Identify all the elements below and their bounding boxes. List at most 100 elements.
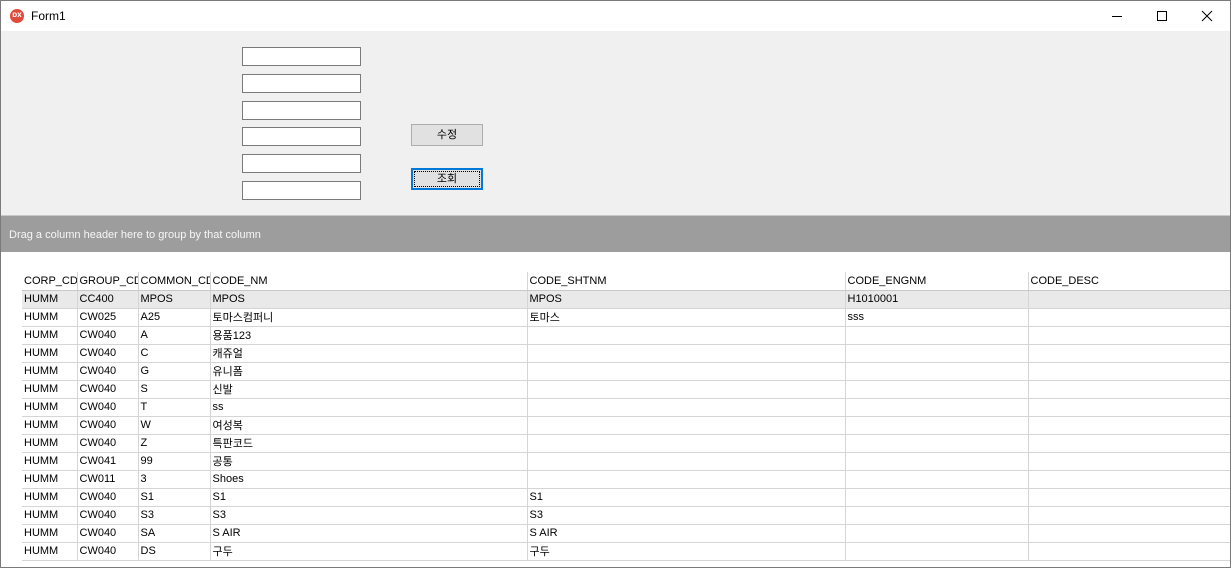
table-cell[interactable] xyxy=(527,380,846,399)
table-cell[interactable]: CW040 xyxy=(77,434,139,453)
table-row[interactable]: HUMM CW040 SA S AIR S AIR xyxy=(22,524,1230,543)
table-row[interactable]: HUMM CW011 3 Shoes xyxy=(22,470,1230,489)
table-cell[interactable] xyxy=(845,470,1029,489)
table-cell[interactable] xyxy=(845,344,1029,363)
table-cell[interactable]: CW040 xyxy=(77,416,139,435)
maximize-button[interactable] xyxy=(1139,1,1185,31)
table-cell[interactable] xyxy=(1028,290,1230,309)
table-cell[interactable]: A25 xyxy=(138,308,211,327)
table-cell[interactable] xyxy=(527,416,846,435)
table-cell[interactable]: Z xyxy=(138,434,211,453)
table-cell[interactable] xyxy=(845,452,1029,471)
table-cell[interactable]: HUMM xyxy=(22,398,78,417)
table-cell[interactable]: 토마스컴퍼니 xyxy=(210,308,528,327)
table-cell[interactable]: CW040 xyxy=(77,542,139,561)
table-cell[interactable]: 여성복 xyxy=(210,416,528,435)
table-cell[interactable] xyxy=(1028,452,1230,471)
table-cell[interactable]: 용품123 xyxy=(210,326,528,345)
table-cell[interactable] xyxy=(845,488,1029,507)
table-cell[interactable]: H1010001 xyxy=(845,290,1029,309)
table-cell[interactable] xyxy=(845,434,1029,453)
table-cell[interactable] xyxy=(527,344,846,363)
table-cell[interactable]: HUMM xyxy=(22,434,78,453)
table-cell[interactable]: S xyxy=(138,380,211,399)
table-cell[interactable]: MPOS xyxy=(210,290,528,309)
table-cell[interactable]: A xyxy=(138,326,211,345)
table-row[interactable]: HUMM CW040 G 유니폼 xyxy=(22,362,1230,381)
column-header[interactable]: CORP_CD xyxy=(22,272,78,291)
table-cell[interactable] xyxy=(527,398,846,417)
table-cell[interactable] xyxy=(1028,524,1230,543)
column-header[interactable]: COMMON_CD xyxy=(138,272,211,291)
table-cell[interactable]: HUMM xyxy=(22,488,78,507)
table-cell[interactable] xyxy=(1028,326,1230,345)
table-cell[interactable]: 캐쥬얼 xyxy=(210,344,528,363)
table-cell[interactable]: T xyxy=(138,398,211,417)
table-cell[interactable] xyxy=(845,326,1029,345)
table-cell[interactable]: S1 xyxy=(138,488,211,507)
table-cell[interactable]: CW040 xyxy=(77,380,139,399)
table-cell[interactable]: 공통 xyxy=(210,452,528,471)
table-cell[interactable] xyxy=(1028,398,1230,417)
column-header[interactable]: CODE_ENGNM xyxy=(845,272,1029,291)
table-cell[interactable] xyxy=(1028,506,1230,525)
table-cell[interactable]: SA xyxy=(138,524,211,543)
table-cell[interactable] xyxy=(1028,344,1230,363)
table-cell[interactable]: HUMM xyxy=(22,416,78,435)
table-cell[interactable]: HUMM xyxy=(22,542,78,561)
table-row[interactable]: HUMM CW040 S1 S1 S1 xyxy=(22,488,1230,507)
text-field-6[interactable] xyxy=(242,181,361,200)
table-cell[interactable]: CC400 xyxy=(77,290,139,309)
table-cell[interactable]: HUMM xyxy=(22,524,78,543)
table-cell[interactable]: S1 xyxy=(210,488,528,507)
table-cell[interactable]: HUMM xyxy=(22,470,78,489)
table-row[interactable]: HUMM CW040 W 여성복 xyxy=(22,416,1230,435)
table-cell[interactable]: CW040 xyxy=(77,524,139,543)
table-cell[interactable] xyxy=(1028,380,1230,399)
table-row[interactable]: HUMM CW040 Z 특판코드 xyxy=(22,434,1230,453)
table-cell[interactable]: W xyxy=(138,416,211,435)
table-cell[interactable]: CW011 xyxy=(77,470,139,489)
table-row[interactable]: HUMM CW040 S3 S3 S3 xyxy=(22,506,1230,525)
table-cell[interactable]: S1 xyxy=(527,488,846,507)
table-cell[interactable] xyxy=(845,362,1029,381)
table-cell[interactable]: HUMM xyxy=(22,326,78,345)
table-cell[interactable]: HUMM xyxy=(22,308,78,327)
table-cell[interactable] xyxy=(527,452,846,471)
table-cell[interactable] xyxy=(1028,434,1230,453)
table-cell[interactable]: HUMM xyxy=(22,344,78,363)
table-cell[interactable]: 3 xyxy=(138,470,211,489)
table-cell[interactable]: HUMM xyxy=(22,290,78,309)
table-cell[interactable] xyxy=(1028,308,1230,327)
table-cell[interactable] xyxy=(845,398,1029,417)
table-cell[interactable]: HUMM xyxy=(22,380,78,399)
text-field-4[interactable] xyxy=(242,127,361,146)
table-cell[interactable]: CW040 xyxy=(77,506,139,525)
table-cell[interactable] xyxy=(527,434,846,453)
table-cell[interactable]: S3 xyxy=(210,506,528,525)
table-cell[interactable]: CW040 xyxy=(77,362,139,381)
table-cell[interactable]: HUMM xyxy=(22,452,78,471)
table-cell[interactable]: 구두 xyxy=(527,542,846,561)
table-cell[interactable] xyxy=(845,524,1029,543)
table-cell[interactable]: CW040 xyxy=(77,398,139,417)
query-button[interactable]: 조회 xyxy=(411,168,483,190)
table-cell[interactable]: sss xyxy=(845,308,1029,327)
table-row[interactable]: HUMM CW040 DS 구두 구두 xyxy=(22,542,1230,561)
table-cell[interactable]: MPOS xyxy=(138,290,211,309)
table-cell[interactable] xyxy=(1028,470,1230,489)
table-cell[interactable]: G xyxy=(138,362,211,381)
table-cell[interactable]: CW041 xyxy=(77,452,139,471)
table-cell[interactable]: CW040 xyxy=(77,326,139,345)
group-panel[interactable]: Drag a column header here to group by th… xyxy=(1,216,1230,252)
column-header[interactable]: CODE_NM xyxy=(210,272,528,291)
table-cell[interactable]: S3 xyxy=(527,506,846,525)
table-cell[interactable] xyxy=(527,326,846,345)
table-cell[interactable] xyxy=(845,380,1029,399)
table-cell[interactable]: Shoes xyxy=(210,470,528,489)
table-cell[interactable]: S AIR xyxy=(210,524,528,543)
table-cell[interactable]: CW040 xyxy=(77,344,139,363)
table-row[interactable]: HUMM CC400 MPOS MPOS MPOS H1010001 xyxy=(22,290,1230,309)
column-header[interactable]: GROUP_CD xyxy=(77,272,139,291)
table-cell[interactable]: MPOS xyxy=(527,290,846,309)
